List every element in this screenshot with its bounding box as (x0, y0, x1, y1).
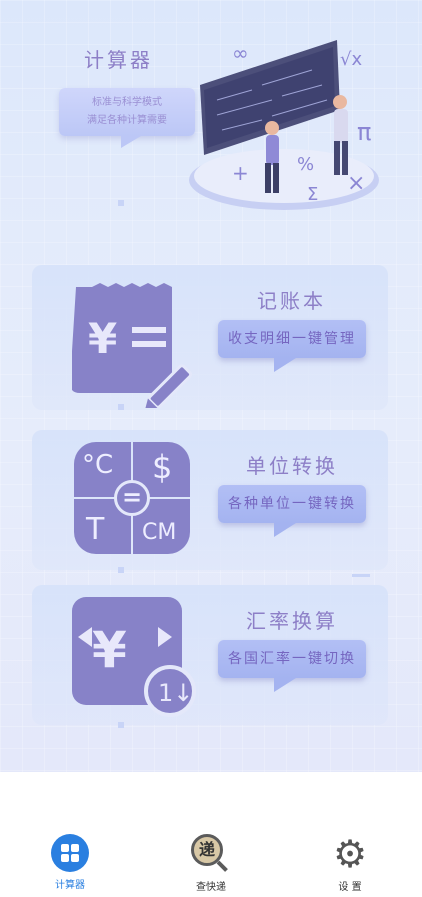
bottom-tab-bar: 计算器 递 查快递 ⚙ 设 置 (0, 772, 422, 897)
unit-label-ton: T (86, 512, 105, 547)
unit-title: 单位转换 (246, 454, 338, 478)
decor-dash (352, 574, 370, 577)
tab-express-label: 查快递 (196, 882, 226, 893)
ledger-bubble: 收支明细一键管理 (218, 320, 366, 372)
exchange-card[interactable]: ¥ 1↓ 汇率换算 各国汇率一键切换 (32, 585, 388, 725)
teacher-blackboard-illustration: ∞ √x π % Σ + × (189, 40, 379, 210)
decor-dot (118, 404, 124, 410)
decor-dot (118, 567, 124, 573)
svg-text:Σ: Σ (307, 184, 318, 205)
calculator-icon (51, 834, 89, 872)
unit-label-celsius: °C (82, 450, 114, 480)
unit-bubble: 各种单位一键转换 (218, 485, 366, 537)
tab-calculator[interactable]: 计算器 (30, 834, 110, 891)
svg-text:1↓: 1↓ (158, 679, 193, 707)
svg-text:¥: ¥ (88, 314, 117, 363)
express-search-icon: 递 (191, 834, 231, 874)
ledger-card[interactable]: ¥ 记账本 收支明细一键管理 (32, 265, 388, 410)
tab-calculator-label: 计算器 (55, 880, 85, 891)
unit-card[interactable]: °C $ T CM = 单位转换 各种单位一键转换 (32, 430, 388, 570)
exchange-bubble: 各国汇率一键切换 (218, 640, 366, 692)
svg-text:π: π (357, 118, 371, 146)
gear-icon: ⚙ (332, 832, 368, 876)
equals-icon: = (114, 480, 150, 516)
svg-text:∞: ∞ (232, 41, 249, 65)
decor-dot (118, 722, 124, 728)
ledger-title: 记账本 (257, 289, 326, 313)
main-content: 计算器 标准与科学模式 满足各种计算需要 ∞ √x π % Σ + × ¥ 记账… (0, 0, 422, 772)
tab-settings[interactable]: ⚙ 设 置 (310, 834, 390, 893)
tab-settings-label: 设 置 (338, 882, 362, 893)
svg-text:+: + (232, 161, 249, 185)
tab-express[interactable]: 递 查快递 (171, 834, 251, 893)
decor-dot (118, 200, 124, 206)
unit-label-dollar: $ (152, 448, 173, 486)
exchange-title: 汇率换算 (246, 609, 338, 633)
calculator-card[interactable]: 计算器 标准与科学模式 满足各种计算需要 ∞ √x π % Σ + × (32, 30, 388, 215)
svg-text:×: × (347, 171, 365, 196)
svg-text:√x: √x (340, 49, 362, 70)
unit-icon: °C $ T CM = (74, 442, 190, 554)
svg-text:¥: ¥ (92, 621, 127, 679)
unit-label-cm: CM (142, 520, 177, 545)
calculator-title: 计算器 (84, 48, 153, 72)
svg-text:%: % (297, 154, 314, 175)
exchange-icon: ¥ 1↓ (72, 597, 196, 717)
ledger-icon: ¥ (72, 283, 193, 408)
